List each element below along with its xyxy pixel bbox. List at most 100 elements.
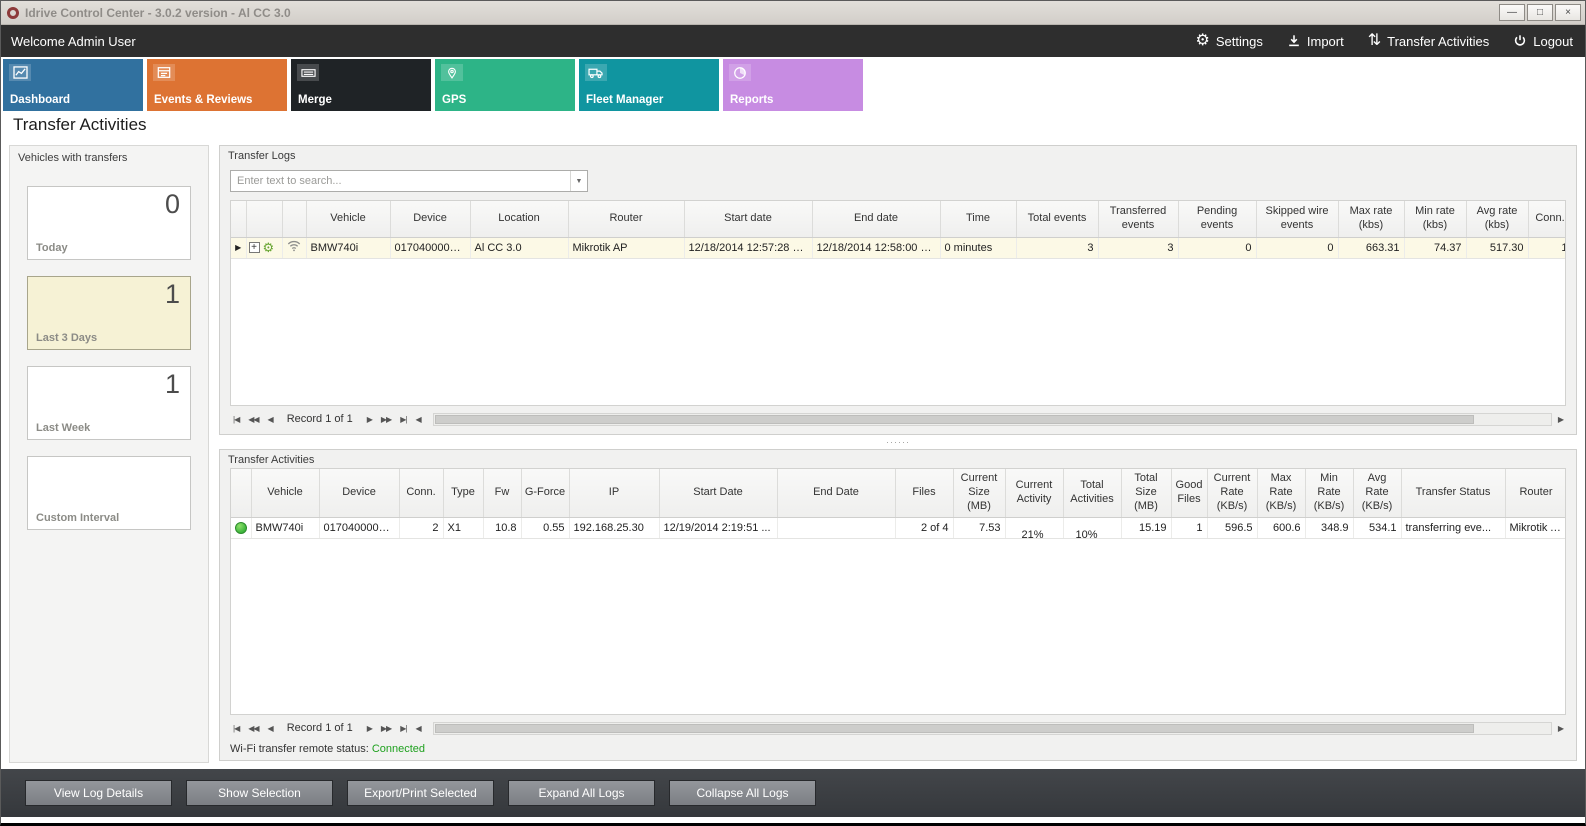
scroll-right-button[interactable]: ▶ — [1555, 415, 1566, 424]
header-pending-events[interactable]: Pending events — [1178, 201, 1256, 237]
header-router[interactable]: Router — [568, 201, 684, 237]
titlebar: Idrive Control Center - 3.0.2 version - … — [1, 1, 1585, 25]
header-transfer-status[interactable]: Transfer Status — [1401, 469, 1505, 517]
scroll-left-button[interactable]: ◀ — [412, 415, 423, 424]
search-input[interactable] — [231, 175, 570, 187]
cell-current-activity: 21% — [1005, 517, 1063, 538]
header-end-date[interactable]: End date — [812, 201, 940, 237]
transfer-activities-button[interactable]: ⇅ Transfer Activities — [1368, 33, 1490, 49]
tab-reports[interactable]: Reports — [723, 59, 863, 111]
last-3-days-count: 1 — [165, 279, 180, 310]
pager-first-button[interactable]: |◀ — [230, 415, 242, 424]
pager-next-button[interactable]: ▶ — [364, 724, 375, 733]
header-files[interactable]: Files — [895, 469, 953, 517]
minimize-button[interactable]: — — [1499, 4, 1525, 21]
header-device[interactable]: Device — [319, 469, 399, 517]
welcome-bar: Welcome Admin User ⚙ Settings Import ⇅ T… — [1, 25, 1585, 57]
header-max-rate[interactable]: Max rate (kbs) — [1338, 201, 1404, 237]
header-vehicle[interactable]: Vehicle — [306, 201, 390, 237]
header-current-rate[interactable]: Current Rate (KB/s) — [1207, 469, 1257, 517]
header-current-size[interactable]: Current Size (MB) — [953, 469, 1005, 517]
header-start-date[interactable]: Start Date — [659, 469, 777, 517]
maximize-button[interactable]: □ — [1527, 4, 1553, 21]
pager-next-button[interactable]: ▶ — [364, 415, 375, 424]
interval-card-today[interactable]: 0 Today — [27, 186, 191, 260]
header-location[interactable]: Location — [470, 201, 568, 237]
scroll-right-button[interactable]: ▶ — [1555, 724, 1566, 733]
interval-card-last-3-days[interactable]: 1 Last 3 Days — [27, 276, 191, 350]
header-device[interactable]: Device — [390, 201, 470, 237]
header-time[interactable]: Time — [940, 201, 1016, 237]
pager-prev-button[interactable]: ◀ — [265, 415, 276, 424]
view-log-details-button[interactable]: View Log Details — [25, 780, 172, 806]
tab-fleet-manager[interactable]: Fleet Manager — [579, 59, 719, 111]
table-row[interactable]: ▶ +⚙ BMW740i 0170400000 — [231, 237, 1566, 258]
header-router[interactable]: Router — [1505, 469, 1566, 517]
tab-merge[interactable]: Merge — [291, 59, 431, 111]
header-min-rate[interactable]: Min Rate (KB/s) — [1305, 469, 1353, 517]
close-button[interactable]: × — [1555, 4, 1581, 21]
interval-card-custom[interactable]: Custom Interval — [27, 456, 191, 530]
logout-button[interactable]: Logout — [1513, 34, 1573, 49]
header-start-date[interactable]: Start date — [684, 201, 812, 237]
header-avg-rate[interactable]: Avg Rate (KB/s) — [1353, 469, 1401, 517]
tab-merge-label: Merge — [298, 94, 332, 106]
cell-conn: 1 — [1528, 237, 1566, 258]
header-transferred-events[interactable]: Transferred events — [1098, 201, 1178, 237]
interval-card-last-week[interactable]: 1 Last Week — [27, 366, 191, 440]
pager-next-page-button[interactable]: ▶▶ — [378, 724, 394, 733]
empty-grid-area — [231, 539, 1565, 715]
header-current-activity[interactable]: Current Activity — [1005, 469, 1063, 517]
cell-router: Mikrotik AP — [1505, 517, 1566, 538]
pager-prev-page-button[interactable]: ◀◀ — [245, 415, 261, 424]
horizontal-scrollbar[interactable] — [433, 722, 1552, 735]
settings-button[interactable]: ⚙ Settings — [1196, 33, 1263, 49]
pager-last-button[interactable]: ▶| — [397, 415, 409, 424]
cell-ip: 192.168.25.30 — [569, 517, 659, 538]
collapse-all-logs-button[interactable]: Collapse All Logs — [669, 780, 816, 806]
header-type[interactable]: Type — [443, 469, 483, 517]
scrollbar-thumb[interactable] — [435, 724, 1474, 733]
header-vehicle[interactable]: Vehicle — [251, 469, 319, 517]
header-skipped-wire-events[interactable]: Skipped wire events — [1256, 201, 1338, 237]
header-end-date[interactable]: End Date — [777, 469, 895, 517]
pager-first-button[interactable]: |◀ — [230, 724, 242, 733]
scrollbar-thumb[interactable] — [435, 415, 1474, 424]
panel-splitter[interactable]: ······ — [219, 435, 1577, 449]
header-total-events[interactable]: Total events — [1016, 201, 1098, 237]
tab-gps[interactable]: GPS — [435, 59, 575, 111]
export-print-selected-button[interactable]: Export/Print Selected — [347, 780, 494, 806]
last-week-label: Last Week — [36, 422, 90, 434]
transfer-activities-title: Transfer Activities — [220, 450, 1576, 468]
scroll-left-button[interactable]: ◀ — [412, 724, 423, 733]
header-ip[interactable]: IP — [569, 469, 659, 517]
header-total-activities[interactable]: Total Activities — [1063, 469, 1121, 517]
pager-prev-page-button[interactable]: ◀◀ — [245, 724, 261, 733]
horizontal-scrollbar[interactable] — [433, 413, 1552, 426]
pager-last-button[interactable]: ▶| — [397, 724, 409, 733]
header-conn[interactable]: Conn. — [399, 469, 443, 517]
expand-row-icon[interactable]: + — [249, 242, 260, 253]
header-min-rate[interactable]: Min rate (kbs) — [1404, 201, 1466, 237]
pager-next-page-button[interactable]: ▶▶ — [378, 415, 394, 424]
header-avg-rate[interactable]: Avg rate (kbs) — [1466, 201, 1528, 237]
tab-gps-label: GPS — [442, 94, 466, 106]
search-combo: ▼ — [230, 170, 588, 192]
header-max-rate[interactable]: Max Rate (KB/s) — [1257, 469, 1305, 517]
header-good-files[interactable]: Good Files — [1171, 469, 1207, 517]
header-fw[interactable]: Fw — [483, 469, 521, 517]
import-button[interactable]: Import — [1287, 34, 1344, 49]
search-dropdown-button[interactable]: ▼ — [570, 171, 587, 191]
table-row[interactable]: BMW740i 017040000038 2 X1 10.8 0.55 192.… — [231, 517, 1566, 538]
header-indicator — [231, 201, 246, 237]
tab-dashboard[interactable]: Dashboard — [3, 59, 143, 111]
settings-label: Settings — [1216, 34, 1263, 49]
header-conn[interactable]: Conn. — [1528, 201, 1566, 237]
header-total-size[interactable]: Total Size (MB) — [1121, 469, 1171, 517]
logout-label: Logout — [1533, 34, 1573, 49]
show-selection-button[interactable]: Show Selection — [186, 780, 333, 806]
expand-all-logs-button[interactable]: Expand All Logs — [508, 780, 655, 806]
header-g-force[interactable]: G-Force — [521, 469, 569, 517]
tab-events-reviews[interactable]: Events & Reviews — [147, 59, 287, 111]
pager-prev-button[interactable]: ◀ — [265, 724, 276, 733]
